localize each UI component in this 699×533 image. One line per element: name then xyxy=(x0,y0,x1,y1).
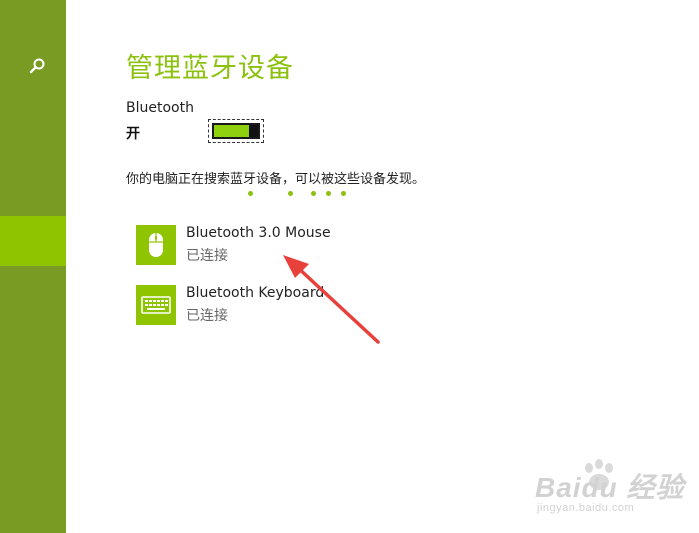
watermark-site: jingyan.baidu.com xyxy=(537,502,635,514)
progress-dot xyxy=(326,191,331,196)
progress-dot xyxy=(248,191,253,196)
progress-dot xyxy=(311,191,316,196)
device-status: 已连接 xyxy=(186,248,228,264)
progress-dot xyxy=(341,191,346,196)
device-tile xyxy=(136,225,176,265)
device-status: 已连接 xyxy=(186,308,228,324)
device-name: Bluetooth 3.0 Mouse xyxy=(186,225,331,241)
search-icon xyxy=(29,58,45,74)
bluetooth-label: Bluetooth xyxy=(126,100,194,116)
device-tile xyxy=(136,285,176,325)
toggle-thumb xyxy=(249,125,258,137)
searching-status: 你的电脑正在搜索蓝牙设备，可以被这些设备发现。 xyxy=(126,172,426,187)
search-button[interactable] xyxy=(22,52,52,82)
sidebar-item-bluetooth[interactable] xyxy=(0,216,66,266)
sidebar xyxy=(0,0,66,533)
watermark: Baidu 经验 jingyan.baidu.com xyxy=(535,458,695,520)
toggle-track xyxy=(212,123,260,139)
progress-dot xyxy=(288,191,293,196)
keyboard-icon xyxy=(141,296,171,314)
bluetooth-toggle[interactable] xyxy=(208,119,264,143)
annotation-arrow-icon xyxy=(283,255,380,344)
page-title: 管理蓝牙设备 xyxy=(126,53,294,84)
mouse-icon xyxy=(149,233,163,257)
watermark-logo: Baidu 经验 xyxy=(535,472,685,503)
bluetooth-state: 开 xyxy=(126,126,140,142)
